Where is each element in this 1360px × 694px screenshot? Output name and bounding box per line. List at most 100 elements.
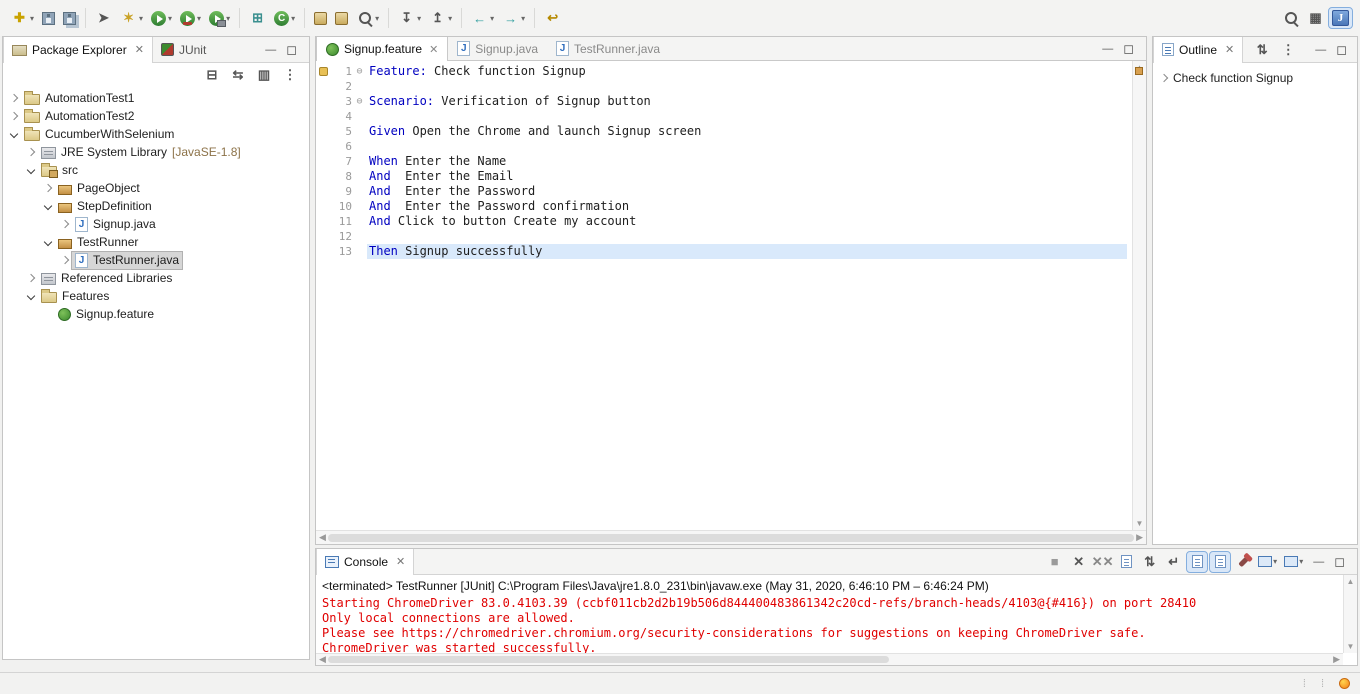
code-line-6[interactable]: 6 — [316, 139, 1132, 154]
tree-item-cucumberwithselenium[interactable]: CucumberWithSelenium — [3, 125, 309, 143]
expand-toggle[interactable] — [7, 129, 21, 139]
tree-item-referenced-libraries[interactable]: Referenced Libraries — [3, 269, 309, 287]
minimize-button[interactable] — [1315, 44, 1326, 56]
code-text[interactable]: And Click to button Create my account — [367, 214, 1127, 229]
word-wrap-button[interactable]: ↵ — [1163, 552, 1184, 572]
close-icon[interactable]: ✕ — [1225, 43, 1234, 56]
search-button[interactable]: ▾ — [353, 8, 382, 29]
close-icon[interactable]: ✕ — [429, 43, 438, 56]
previous-annotation-button[interactable]: ↥ ▾ — [426, 8, 455, 29]
code-line-1[interactable]: 1 ⊖ Feature: Check function Signup — [316, 64, 1132, 79]
expand-toggle[interactable] — [7, 93, 21, 103]
sort-button[interactable]: ⇅ — [1253, 41, 1271, 59]
run-button[interactable]: ▾ — [148, 9, 175, 28]
remove-all-launches-button[interactable]: ✕✕ — [1092, 552, 1114, 572]
scrollbar-thumb[interactable] — [327, 656, 890, 663]
scroll-down-icon[interactable]: ▼ — [1347, 642, 1355, 651]
link-with-editor-button[interactable]: ⇆ — [229, 66, 247, 84]
tree-item-testrunner[interactable]: TestRunner — [3, 233, 309, 251]
maximize-button[interactable] — [286, 42, 297, 58]
maximize-button[interactable] — [1334, 554, 1345, 570]
remove-launch-button[interactable]: ✕ — [1068, 552, 1089, 572]
code-line-9[interactable]: 9 And Enter the Password — [316, 184, 1132, 199]
pin-console-button[interactable] — [1233, 552, 1253, 572]
new-java-project-button[interactable]: ⊞ — [246, 8, 269, 29]
tree-item-automationtest1[interactable]: AutomationTest1 — [3, 89, 309, 107]
collapse-all-button[interactable]: ⊟ — [203, 66, 221, 84]
console-vertical-scrollbar[interactable]: ▲ ▼ — [1343, 575, 1357, 653]
tree-item-src[interactable]: src — [3, 161, 309, 179]
view-menu-button[interactable]: ⋮ — [281, 66, 299, 84]
minimize-button[interactable] — [1102, 43, 1113, 55]
scroll-left-icon[interactable]: ◀ — [319, 532, 326, 543]
code-line-7[interactable]: 7 When Enter the Name — [316, 154, 1132, 169]
editor-lines[interactable]: 1 ⊖ Feature: Check function Signup 2 3 ⊖ Scena… — [316, 61, 1132, 530]
code-line-5[interactable]: 5 Given Open the Chrome and launch Signup… — [316, 124, 1132, 139]
new-class-button[interactable]: C ▾ — [271, 9, 298, 28]
code-line-11[interactable]: 11 And Click to button Create my account — [316, 214, 1132, 229]
code-text[interactable]: When Enter the Name — [367, 154, 1127, 169]
save-all-button[interactable] — [60, 10, 79, 27]
tree-item-automationtest2[interactable]: AutomationTest2 — [3, 107, 309, 125]
java-perspective-button[interactable]: J — [1328, 7, 1353, 29]
code-line-13[interactable]: 13 Then Signup successfully — [316, 244, 1132, 259]
open-archive-button[interactable] — [311, 10, 330, 27]
code-line-12[interactable]: 12 — [316, 229, 1132, 244]
code-line-3[interactable]: 3 ⊖ Scenario: Verification of Signup butto… — [316, 94, 1132, 109]
next-annotation-button[interactable]: ↧ ▾ — [395, 8, 424, 29]
outline-item-check-function-signup[interactable]: Check function Signup — [1153, 63, 1357, 85]
selection-tool-button[interactable]: ➤ — [92, 8, 115, 29]
scroll-left-icon[interactable]: ◀ — [319, 654, 326, 665]
tab-testrunner-java[interactable]: TestRunner.java — [547, 37, 669, 61]
editor-vertical-scrollbar[interactable]: ▲ ▼ — [1132, 61, 1146, 530]
overview-annotation-marker[interactable] — [1135, 67, 1143, 75]
save-button[interactable] — [39, 10, 58, 27]
display-selected-console-button[interactable]: ▾ — [1256, 552, 1279, 572]
show-console-stderr-button[interactable] — [1209, 550, 1232, 573]
focus-button[interactable]: ▥ — [255, 66, 273, 84]
expand-toggle[interactable] — [58, 255, 72, 265]
expand-toggle[interactable] — [24, 147, 38, 157]
tree-item-signup-java[interactable]: Signup.java — [3, 215, 309, 233]
scroll-up-icon[interactable]: ▲ — [1347, 577, 1355, 586]
editor-horizontal-scrollbar[interactable]: ◀ ▶ — [316, 530, 1146, 544]
close-icon[interactable]: ✕ — [396, 555, 405, 568]
export-archive-button[interactable] — [332, 10, 351, 27]
notification-icon[interactable] — [1339, 678, 1350, 689]
tab-console[interactable]: Console ✕ — [316, 548, 415, 575]
maximize-button[interactable] — [1336, 42, 1347, 58]
tab-signup-java[interactable]: Signup.java — [448, 37, 547, 61]
scroll-down-icon[interactable]: ▼ — [1136, 519, 1144, 528]
code-line-8[interactable]: 8 And Enter the Email — [316, 169, 1132, 184]
scroll-lock-button[interactable]: ⇅ — [1139, 552, 1160, 572]
console-horizontal-scrollbar[interactable]: ◀ ▶ — [316, 653, 1343, 665]
code-line-10[interactable]: 10 And Enter the Password confirmation — [316, 199, 1132, 214]
forward-button[interactable]: → ▾ — [499, 8, 528, 29]
code-text[interactable]: Then Signup successfully — [367, 244, 1127, 259]
tab-junit[interactable]: JUnit — [153, 37, 214, 63]
expand-toggle[interactable] — [24, 291, 38, 301]
code-text[interactable]: And Enter the Password — [367, 184, 1127, 199]
fold-collapse-icon[interactable]: ⊖ — [352, 64, 367, 79]
tree-item-jre-system-library[interactable]: JRE System Library [JavaSE-1.8] — [3, 143, 309, 161]
code-text[interactable]: Feature: Check function Signup — [367, 64, 1127, 79]
expand-toggle[interactable] — [41, 183, 55, 193]
code-line-4[interactable]: 4 — [316, 109, 1132, 124]
expand-toggle[interactable] — [41, 201, 55, 211]
scrollbar-thumb[interactable] — [327, 533, 1135, 542]
console-output[interactable]: Starting ChromeDriver 83.0.4103.39 (ccbf… — [316, 595, 1343, 653]
show-console-stdout-button[interactable] — [1186, 550, 1209, 573]
expand-toggle[interactable] — [41, 237, 55, 247]
quick-access-search-button[interactable] — [1279, 8, 1302, 29]
outline-view-menu-button[interactable]: ⋮ — [1279, 41, 1297, 59]
clear-console-button[interactable] — [1116, 552, 1136, 572]
tree-item-signup-feature[interactable]: Signup.feature — [3, 305, 309, 323]
expand-toggle[interactable] — [58, 219, 72, 229]
tree-item-features[interactable]: Features — [3, 287, 309, 305]
minimize-button[interactable] — [1313, 556, 1324, 568]
code-text[interactable]: Given Open the Chrome and launch Signup … — [367, 124, 1127, 139]
tab-signup-feature[interactable]: Signup.feature ✕ — [316, 36, 449, 62]
tab-package-explorer[interactable]: Package Explorer ✕ — [3, 36, 153, 63]
scroll-right-icon[interactable]: ▶ — [1136, 532, 1143, 543]
new-button[interactable]: ✚ ▾ — [8, 8, 37, 29]
